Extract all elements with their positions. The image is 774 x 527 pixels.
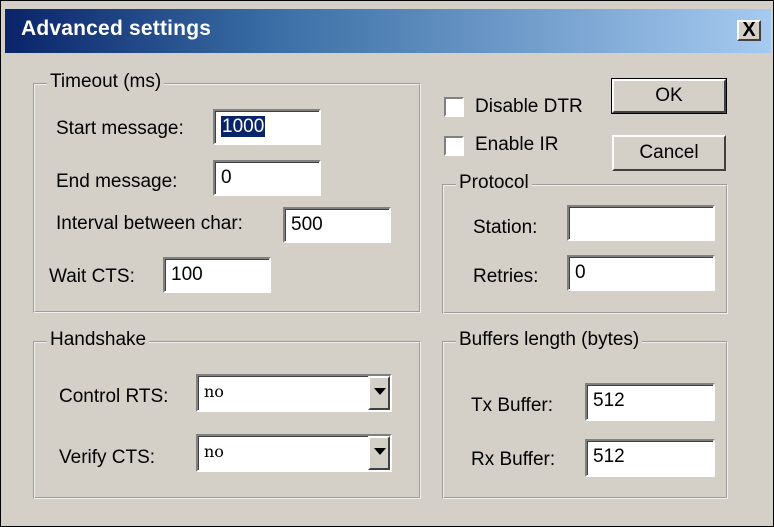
rx-buffer-input[interactable]: 512 [585, 439, 715, 477]
interval-label: Interval between char: [56, 213, 243, 234]
retries-label: Retries: [473, 266, 539, 287]
enable-ir-checkbox[interactable] [444, 136, 464, 156]
ok-button[interactable]: OK [611, 78, 727, 114]
disable-dtr-label[interactable]: Disable DTR [475, 96, 583, 118]
protocol-legend: Protocol [456, 172, 532, 194]
start-message-value: 1000 [221, 116, 266, 137]
verify-cts-label: Verify CTS: [59, 447, 156, 468]
timeout-legend: Timeout (ms) [47, 71, 165, 93]
retries-input[interactable]: 0 [567, 255, 715, 291]
wait-cts-input[interactable]: 100 [163, 257, 271, 293]
tx-buffer-label: Tx Buffer: [471, 395, 554, 416]
end-message-input[interactable]: 0 [213, 160, 321, 196]
handshake-legend: Handshake [47, 329, 150, 351]
verify-cts-select[interactable]: no [196, 434, 392, 472]
start-message-label: Start message: [56, 118, 184, 139]
control-rts-value: no [204, 382, 224, 401]
disable-dtr-checkbox[interactable] [444, 97, 464, 117]
verify-cts-value: no [204, 442, 224, 461]
end-message-label: End message: [56, 171, 178, 192]
title-bar[interactable]: Advanced settings X [5, 9, 771, 53]
protocol-group: Protocol [442, 172, 728, 314]
station-label: Station: [473, 217, 538, 238]
rx-buffer-label: Rx Buffer: [471, 449, 556, 470]
handshake-group: Handshake [33, 329, 421, 499]
tx-buffer-input[interactable]: 512 [585, 383, 715, 421]
close-button[interactable]: X [737, 20, 761, 41]
interval-input[interactable]: 500 [283, 207, 391, 243]
wait-cts-label: Wait CTS: [49, 266, 135, 287]
enable-ir-label[interactable]: Enable IR [475, 134, 558, 156]
control-rts-dropdown-arrow[interactable] [368, 376, 390, 410]
dialog-title: Advanced settings [21, 17, 212, 40]
buffers-legend: Buffers length (bytes) [456, 329, 643, 351]
verify-cts-dropdown-arrow[interactable] [368, 436, 390, 470]
start-message-input[interactable]: 1000 [213, 109, 321, 145]
control-rts-select[interactable]: no [196, 374, 392, 412]
dialog-window: Advanced settings X Timeout (ms) Start m… [0, 0, 774, 527]
cancel-button[interactable]: Cancel [612, 135, 726, 171]
control-rts-label: Control RTS: [59, 386, 169, 407]
station-input[interactable] [567, 205, 715, 241]
